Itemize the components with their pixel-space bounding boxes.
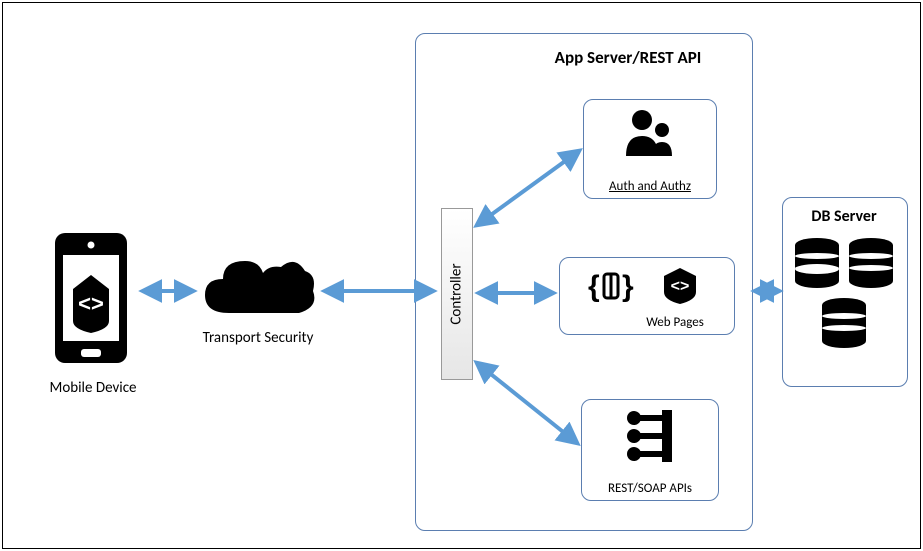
- user-group-icon: [622, 106, 678, 162]
- database-icon: [791, 235, 897, 375]
- svg-text:<>: <>: [78, 291, 104, 316]
- code-shield-icon: <>: [660, 266, 700, 306]
- mobile-label: Mobile Device: [23, 379, 163, 397]
- mobile-device-icon: <>: [51, 233, 131, 363]
- controller-label: Controller: [448, 263, 466, 324]
- diagram-frame: <> Mobile Device Transport Security App …: [2, 2, 921, 549]
- code-braces-icon: { }: [588, 268, 636, 306]
- app-server-title: App Server/REST API: [513, 47, 743, 68]
- web-box: { } <> Web Pages: [559, 257, 735, 335]
- web-label: Web Pages: [620, 315, 730, 330]
- transport-label: Transport Security: [183, 329, 333, 347]
- svg-text:<>: <>: [671, 278, 690, 295]
- api-nodes-icon: [624, 408, 676, 464]
- rest-label: REST/SOAP APIs: [582, 481, 718, 496]
- db-title: DB Server: [782, 207, 906, 226]
- auth-box: Auth and Authz: [583, 99, 717, 199]
- svg-text:}: }: [622, 270, 634, 303]
- auth-label: Auth and Authz: [584, 179, 716, 194]
- rest-box: REST/SOAP APIs: [581, 399, 719, 501]
- svg-text:{: {: [588, 270, 600, 303]
- cloud-icon: [199, 251, 319, 323]
- controller-box: Controller: [441, 208, 473, 380]
